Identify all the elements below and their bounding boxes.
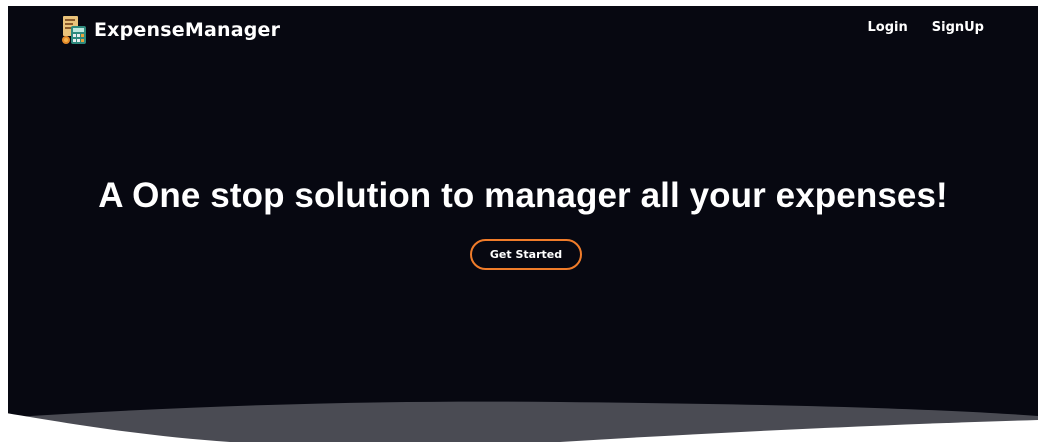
signup-link[interactable]: SignUp	[932, 21, 984, 34]
navbar: ExpenseManager Login SignUp	[8, 6, 1038, 50]
brand-name: ExpenseManager	[94, 18, 281, 41]
hero-section: ExpenseManager Login SignUp A One stop s…	[8, 6, 1038, 442]
brand-link[interactable]: ExpenseManager	[60, 15, 280, 45]
login-link[interactable]: Login	[868, 21, 908, 34]
calculator-receipt-icon	[62, 16, 86, 44]
nav-links: Login SignUp	[868, 21, 984, 34]
landing-page: ExpenseManager Login SignUp A One stop s…	[0, 0, 1038, 442]
hero-headline: A One stop solution to manager all your …	[98, 176, 948, 215]
get-started-button[interactable]: Get Started	[470, 239, 582, 270]
